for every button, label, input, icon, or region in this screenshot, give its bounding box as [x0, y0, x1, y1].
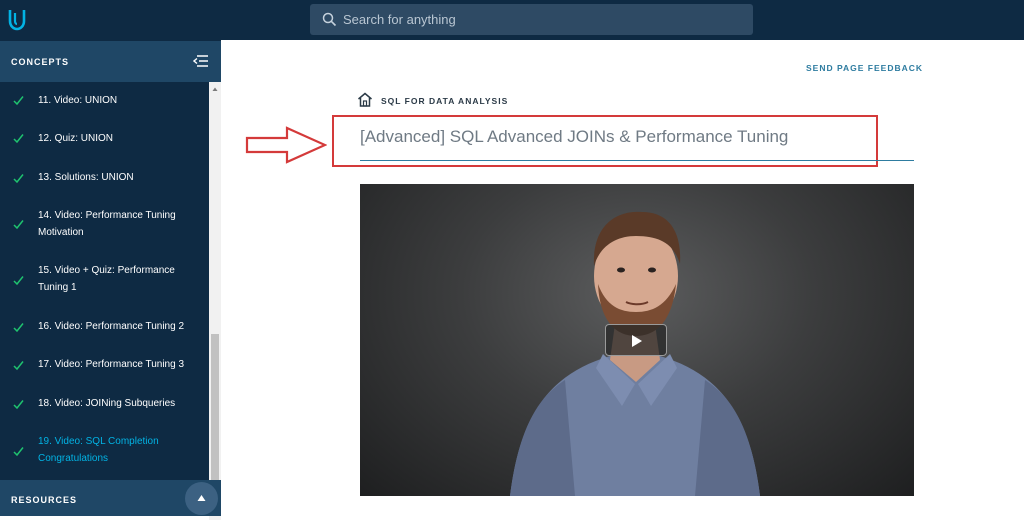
checkmark-icon: [13, 134, 24, 144]
play-button[interactable]: [605, 324, 667, 356]
checkmark-icon: [13, 96, 24, 106]
collapse-sidebar-icon[interactable]: [193, 54, 209, 68]
concepts-label: CONCEPTS: [11, 57, 70, 67]
search-icon: [322, 12, 337, 27]
concepts-sidebar: CONCEPTS 11. Video: UNION 12. Quiz: UNIO…: [0, 40, 221, 520]
home-icon: [358, 92, 372, 107]
concept-label: 13. Solutions: UNION: [38, 172, 134, 183]
checkmark-icon: [13, 447, 24, 457]
concepts-header: CONCEPTS: [0, 41, 221, 82]
concept-label-active: 19. Video: SQL Completion Congratulation…: [38, 436, 159, 464]
play-icon: [632, 335, 642, 347]
concept-item-19[interactable]: 19. Video: SQL Completion Congratulation…: [0, 424, 209, 480]
scroll-up-arrow-icon[interactable]: [209, 82, 221, 96]
concept-label: 15. Video + Quiz: Performance Tuning 1: [38, 265, 175, 293]
concept-label: 11. Video: UNION: [38, 95, 118, 106]
concept-item-14[interactable]: 14. Video: Performance Tuning Motivation: [0, 197, 209, 253]
concept-label: 12. Quiz: UNION: [38, 133, 114, 144]
lesson-title: [Advanced] SQL Advanced JOINs & Performa…: [360, 127, 789, 146]
caret-up-icon: [197, 495, 206, 501]
concept-item-15[interactable]: 15. Video + Quiz: Performance Tuning 1: [0, 253, 209, 309]
search-input[interactable]: Search for anything: [343, 12, 456, 27]
concept-item-11[interactable]: 11. Video: UNION: [0, 82, 209, 120]
resources-bar[interactable]: RESOURCES: [0, 480, 221, 516]
concept-item-17[interactable]: 17. Video: Performance Tuning 3: [0, 347, 209, 386]
concept-label: 17. Video: Performance Tuning 3: [38, 359, 185, 370]
resources-label: RESOURCES: [11, 495, 78, 505]
top-bar: Search for anything: [0, 0, 1024, 40]
checkmark-icon: [13, 323, 24, 333]
udacity-logo-icon[interactable]: [6, 8, 28, 32]
annotation-arrow-icon: [245, 126, 327, 164]
checkmark-icon: [13, 400, 24, 410]
checkmark-icon: [13, 276, 24, 286]
concept-item-12[interactable]: 12. Quiz: UNION: [0, 120, 209, 159]
checkmark-icon: [13, 220, 24, 230]
concept-label: 18. Video: JOINing Subqueries: [38, 398, 176, 409]
title-underline: [360, 160, 914, 161]
concept-item-16[interactable]: 16. Video: Performance Tuning 2: [0, 309, 209, 347]
concept-label: 16. Video: Performance Tuning 2: [38, 321, 185, 332]
course-name: SQL FOR DATA ANALYSIS: [381, 96, 509, 106]
resources-expand-button[interactable]: [185, 482, 218, 515]
search-bar[interactable]: Search for anything: [310, 4, 753, 35]
concept-label: 14. Video: Performance Tuning Motivation: [38, 210, 176, 238]
concept-item-18[interactable]: 18. Video: JOINing Subqueries: [0, 386, 209, 424]
checkmark-icon: [13, 361, 24, 371]
concept-item-13[interactable]: 13. Solutions: UNION: [0, 159, 209, 197]
sidebar-scrollbar[interactable]: [209, 82, 221, 520]
video-player[interactable]: [360, 184, 914, 496]
concepts-list[interactable]: 11. Video: UNION 12. Quiz: UNION 13. Sol…: [0, 82, 209, 480]
checkmark-icon: [13, 174, 24, 184]
send-feedback-link[interactable]: SEND PAGE FEEDBACK: [806, 63, 923, 73]
